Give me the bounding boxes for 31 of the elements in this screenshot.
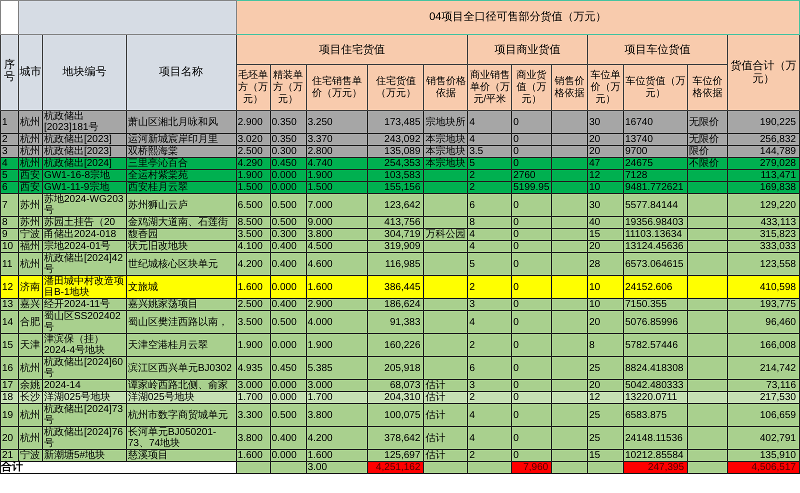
table-cell: 4,506,517: [727, 462, 800, 474]
column-header: 城市: [18, 34, 42, 110]
column-header: 车位价格依据: [688, 64, 728, 110]
table-cell: [552, 462, 588, 474]
column-header: 精装单方（万元）: [270, 64, 306, 110]
table-cell: [236, 462, 270, 474]
column-header: 住宅销售单价（万元）: [306, 64, 368, 110]
table-cell: 247,395: [624, 462, 688, 474]
table-cell: [424, 462, 468, 474]
column-header: 商业货值（万元）: [512, 64, 552, 110]
column-header: 货值合计（万元）: [727, 34, 800, 110]
column-header: 商业销售单价（万元/平米: [468, 64, 512, 110]
column-header: 销售价格依据: [552, 64, 588, 110]
total-label: 合计: [0, 462, 236, 474]
column-group-header: 项目住宅货值: [236, 34, 468, 64]
column-header: 住宅货值（万元）: [368, 64, 424, 110]
table-cell: 3.00: [306, 462, 368, 474]
table-title: 04项目全口径可售部分货值（万元）: [236, 0, 800, 34]
column-group-header: 项目车位货值: [588, 34, 728, 64]
column-header: 毛坯单方（万元）: [236, 64, 270, 110]
column-header: 销售价格依据: [424, 64, 468, 110]
table-cell: [688, 462, 728, 474]
table-cell: [468, 462, 512, 474]
column-header: 车位单价（万元）: [588, 64, 624, 110]
column-header: 车位货值（万元）: [624, 64, 688, 110]
column-header: 地块编号: [42, 34, 126, 110]
column-header: 序号: [0, 34, 18, 110]
column-header: 项目名称: [126, 34, 236, 110]
table-cell: 4,251,162: [368, 462, 424, 474]
column-group-header: 项目商业货值: [468, 34, 588, 64]
table-cell: [270, 462, 306, 474]
